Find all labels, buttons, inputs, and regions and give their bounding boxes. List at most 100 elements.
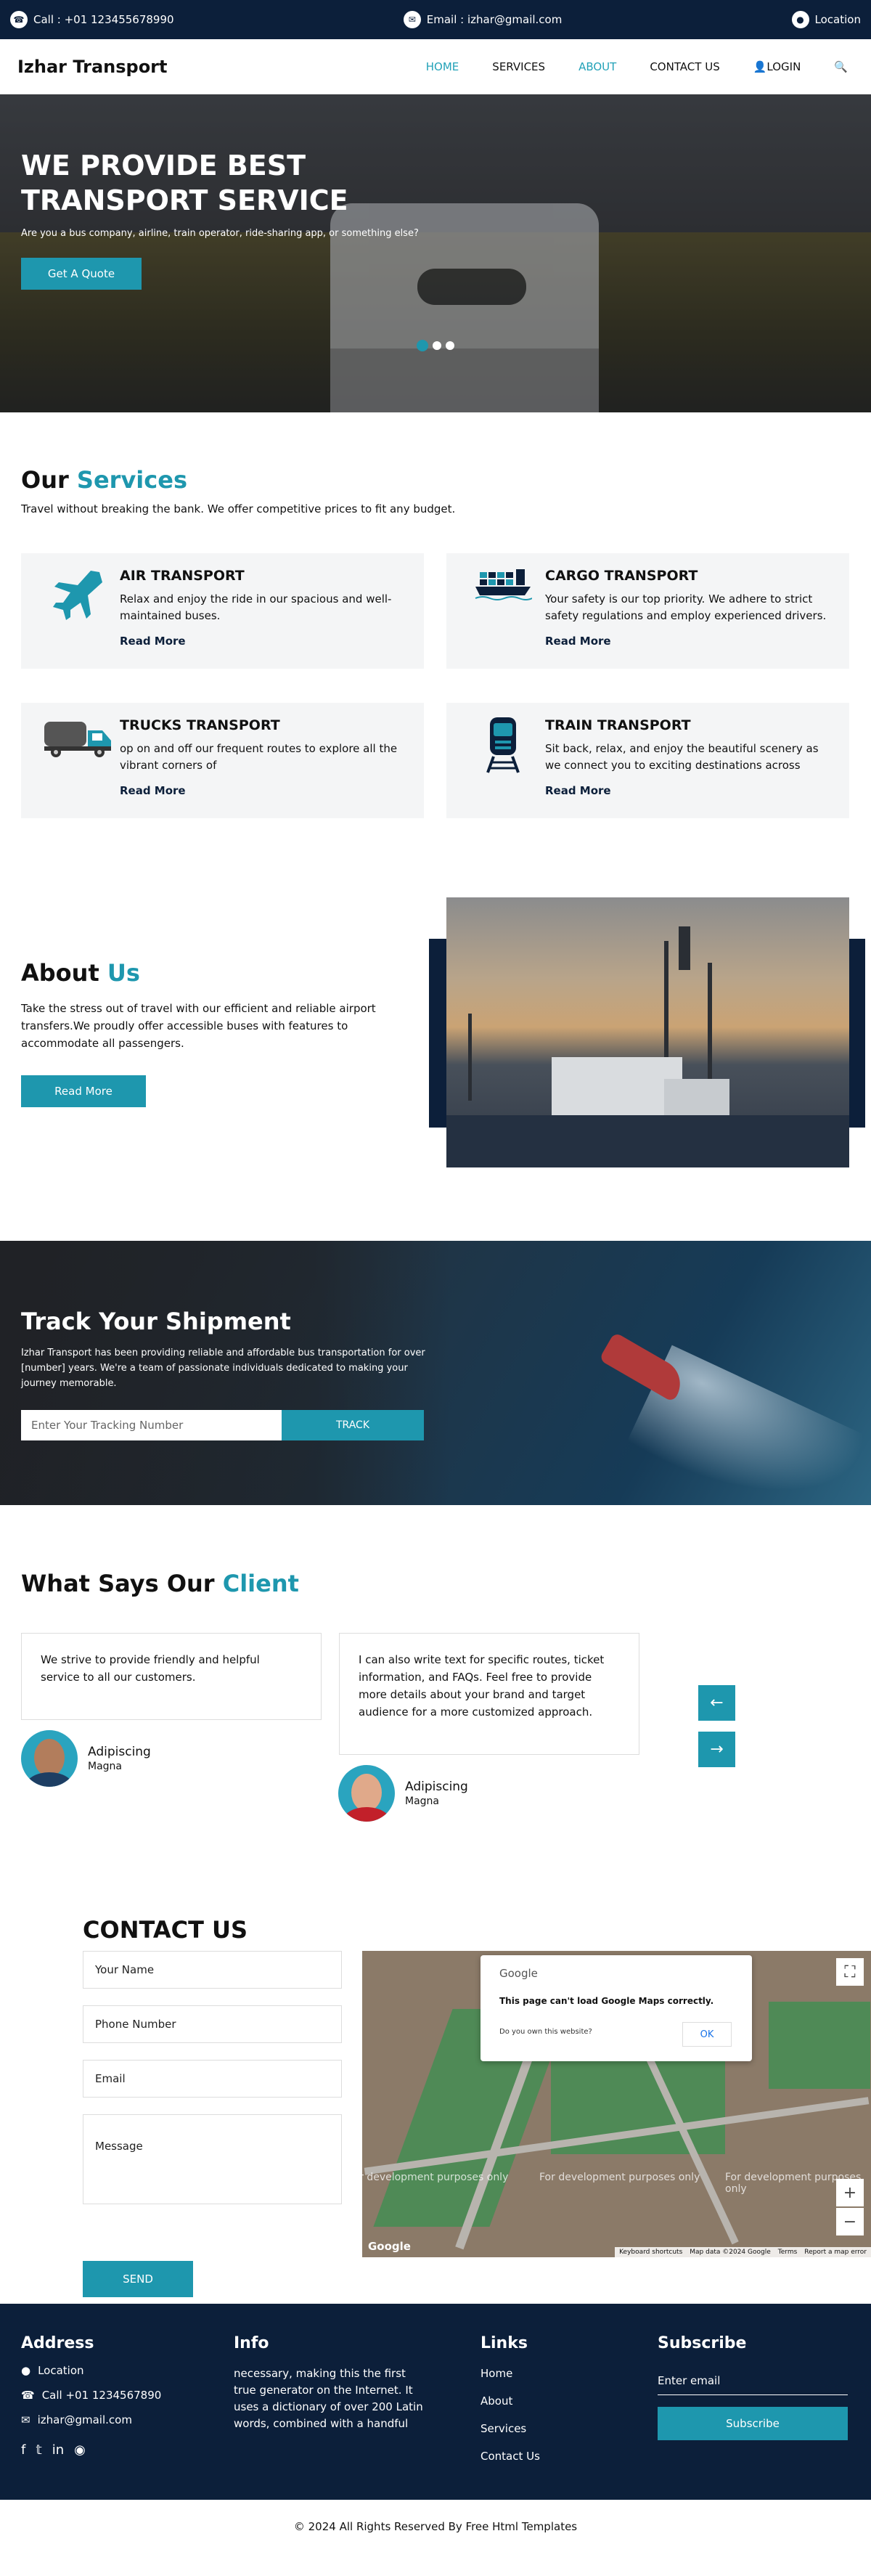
footer-links-title: Links: [481, 2334, 528, 2352]
map-data-text: Map data ©2024 Google: [690, 2249, 771, 2256]
social-links: f 𝕥 in ◉: [21, 2442, 161, 2458]
service-text: op on and off our frequent routes to exp…: [120, 742, 398, 772]
zoom-in-icon[interactable]: +: [836, 2179, 864, 2206]
carousel-indicators: [417, 340, 454, 351]
truck-icon: [44, 722, 111, 757]
search-icon[interactable]: 🔍: [834, 60, 848, 73]
envelope-icon: ✉: [403, 11, 421, 28]
about-text: Take the stress out of travel with our e…: [21, 1002, 376, 1050]
services-section: Our Services Travel without breaking the…: [0, 412, 871, 897]
phone-icon: ☎: [21, 2389, 35, 2402]
topbar-email[interactable]: ✉ Email : izhar@gmail.com: [403, 11, 563, 28]
subscribe-button[interactable]: Subscribe: [658, 2407, 848, 2440]
footer-link-contact[interactable]: Contact Us: [481, 2450, 540, 2463]
footer-address: Address ● Location ☎ Call +01 1234567890 ✉…: [21, 2334, 161, 2458]
topbar-email-text: Email : izhar@gmail.com: [426, 13, 563, 26]
map-marker-icon: ●: [791, 11, 809, 28]
nav-login[interactable]: 👤LOGIN: [753, 60, 801, 73]
footer-location[interactable]: ● Location: [21, 2364, 161, 2377]
brand-logo[interactable]: Izhar Transport: [17, 57, 167, 77]
instagram-icon[interactable]: ◉: [74, 2442, 86, 2458]
report-error-link[interactable]: Report a map error: [804, 2249, 867, 2256]
zoom-out-icon[interactable]: −: [836, 2208, 864, 2235]
email-field[interactable]: Email: [83, 2060, 342, 2098]
nav-about[interactable]: ABOUT: [578, 60, 616, 73]
footer-email[interactable]: ✉ izhar@gmail.com: [21, 2413, 161, 2426]
avatar: [338, 1765, 395, 1822]
message-field[interactable]: Message: [83, 2114, 342, 2204]
map-attribution: Keyboard shortcuts Map data ©2024 Google…: [615, 2247, 871, 2257]
nav-home[interactable]: HOME: [426, 60, 459, 73]
topbar-location-text: Location: [814, 13, 861, 26]
fullscreen-icon[interactable]: ⛶: [836, 1958, 864, 1986]
track-text: Izhar Transport has been providing relia…: [21, 1348, 425, 1389]
hero-subtitle: Are you a bus company, airline, train op…: [21, 228, 419, 239]
service-card-trucks: TRUCKS TRANSPORT op on and off our frequ…: [21, 703, 424, 818]
keyboard-shortcuts-link[interactable]: Keyboard shortcuts: [619, 2249, 682, 2256]
arrow-left-icon[interactable]: ←: [698, 1685, 735, 1721]
phone-field[interactable]: Phone Number: [83, 2005, 342, 2043]
service-title: CARGO TRANSPORT: [545, 568, 698, 584]
carousel-dot-2[interactable]: [433, 341, 441, 350]
topbar-call[interactable]: ☎ Call : +01 123455678990: [10, 11, 174, 28]
google-map[interactable]: For development purposes only For develo…: [362, 1951, 871, 2257]
testimonial-author-2: Adipiscing Magna: [338, 1765, 468, 1822]
map-ok-button[interactable]: OK: [682, 2022, 732, 2047]
track-button[interactable]: TRACK: [282, 1410, 424, 1440]
carousel-dot-1[interactable]: [417, 340, 428, 351]
footer-link-home[interactable]: Home: [481, 2367, 540, 2380]
about-section: About Us Take the stress out of travel w…: [0, 897, 871, 1241]
footer-subscribe-title: Subscribe: [658, 2334, 747, 2352]
terms-link[interactable]: Terms: [778, 2249, 798, 2256]
send-button[interactable]: SEND: [83, 2261, 193, 2297]
contact-title: CONTACT US: [83, 1916, 248, 1944]
nav-login-label: LOGIN: [766, 60, 801, 73]
name-field[interactable]: Your Name: [83, 1951, 342, 1989]
read-more-link[interactable]: Read More: [545, 635, 611, 648]
service-card-cargo: CARGO TRANSPORT Your safety is our top p…: [446, 553, 849, 669]
read-more-link[interactable]: Read More: [120, 635, 186, 648]
author-name: Adipiscing: [405, 1780, 468, 1794]
subscribe-email-input[interactable]: Enter email: [658, 2352, 848, 2395]
service-title: TRAIN TRANSPORT: [545, 717, 691, 733]
train-icon: [486, 717, 520, 773]
service-text: Your safety is our top priority. We adhe…: [545, 592, 827, 622]
read-more-link[interactable]: Read More: [120, 784, 186, 797]
tracking-number-input[interactable]: Enter Your Tracking Number: [21, 1410, 282, 1440]
facebook-icon[interactable]: f: [21, 2442, 25, 2458]
services-title: Our Services: [21, 466, 187, 494]
hero-title: WE PROVIDE BEST TRANSPORT SERVICE: [21, 150, 348, 216]
footer-link-services[interactable]: Services: [481, 2422, 540, 2435]
arrow-right-icon[interactable]: →: [698, 1732, 735, 1767]
footer-subscribe: Subscribe Enter email Subscribe: [658, 2334, 848, 2440]
testimonial-card-1: We strive to provide friendly and helpfu…: [21, 1633, 322, 1720]
avatar: [21, 1730, 78, 1787]
cargo-ship-icon: [475, 569, 532, 600]
carousel-dot-3[interactable]: [446, 341, 454, 350]
service-title: AIR TRANSPORT: [120, 568, 245, 584]
linkedin-icon[interactable]: in: [52, 2442, 64, 2458]
topbar-location[interactable]: ● Location: [791, 11, 861, 28]
footer-info-text: necessary, making this the first true ge…: [234, 2367, 423, 2430]
footer-phone[interactable]: ☎ Call +01 1234567890: [21, 2389, 161, 2402]
service-card-train: TRAIN TRANSPORT Sit back, relax, and enj…: [446, 703, 849, 818]
map-marker-icon: ●: [21, 2364, 31, 2377]
track-shipment-section: Track Your Shipment Izhar Transport has …: [0, 1241, 871, 1505]
footer-links: Links Home About Services Contact Us: [481, 2334, 540, 2463]
copyright: © 2024 All Rights Reserved By Free Html …: [293, 2520, 578, 2533]
user-icon: 👤: [753, 60, 767, 73]
about-read-more-button[interactable]: Read More: [21, 1075, 146, 1107]
nav-services[interactable]: SERVICES: [492, 60, 545, 73]
envelope-icon: ✉: [21, 2413, 30, 2426]
nav-contact[interactable]: CONTACT US: [650, 60, 719, 73]
footer-info-title: Info: [234, 2334, 269, 2352]
read-more-link[interactable]: Read More: [545, 784, 611, 797]
twitter-icon[interactable]: 𝕥: [36, 2442, 41, 2458]
testimonial-author-1: Adipiscing Magna: [21, 1730, 151, 1787]
testimonials-title: What Says Our Client: [21, 1570, 299, 1597]
services-subtitle: Travel without breaking the bank. We off…: [21, 502, 456, 515]
about-title: About Us: [21, 959, 140, 987]
get-quote-button[interactable]: Get A Quote: [21, 258, 142, 290]
footer-link-about[interactable]: About: [481, 2394, 540, 2408]
service-text: Sit back, relax, and enjoy the beautiful…: [545, 742, 819, 772]
